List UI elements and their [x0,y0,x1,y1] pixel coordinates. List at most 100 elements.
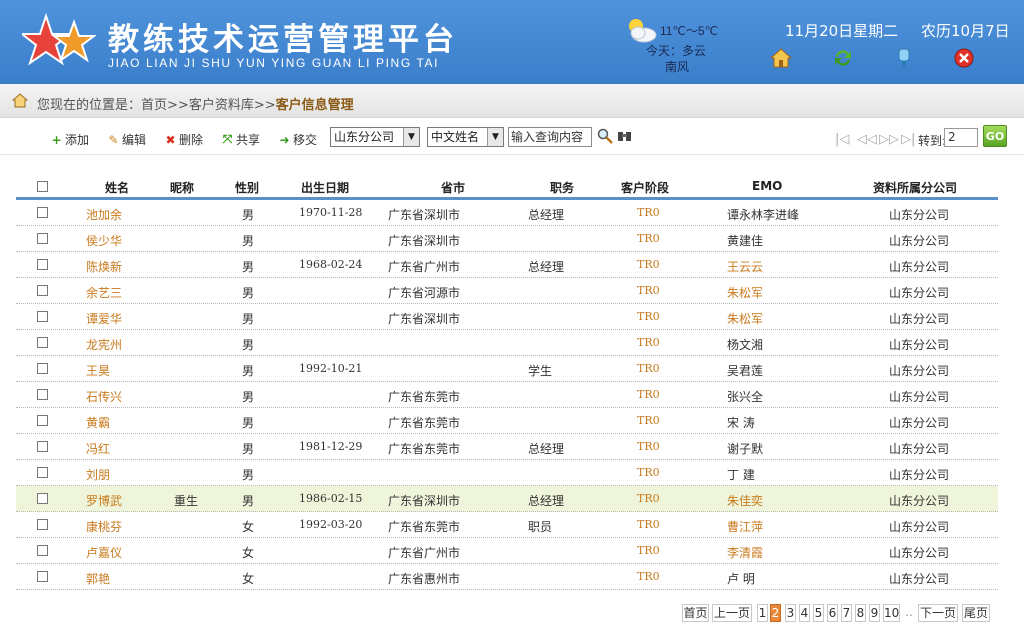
pager-page[interactable]: 10 [883,604,900,622]
close-icon[interactable] [953,47,975,69]
first-page-icon[interactable]: |◁ [835,132,849,147]
branch-select[interactable]: 山东分公司 ▼ [330,127,420,147]
pager-page[interactable]: 9 [869,604,880,622]
table-row[interactable]: 余艺三 男 广东省河源市 TR0 朱松军 山东分公司 [16,278,998,304]
row-checkbox[interactable] [37,415,48,426]
row-checkbox[interactable] [37,545,48,556]
table-header: 姓名 昵称 性别 出生日期 省市 职务 客户阶段 EMO 资料所属分公司 [16,174,998,200]
cell-branch: 山东分公司 [889,338,950,352]
row-checkbox[interactable] [37,233,48,244]
cell-branch: 山东分公司 [889,442,950,456]
table-row[interactable]: 郭艳 女 广东省惠州市 TR0 卢 明 山东分公司 [16,564,998,590]
row-checkbox[interactable] [37,259,48,270]
cell-name[interactable]: 池加余 [86,206,122,223]
breadcrumb-home-link[interactable]: 首页 [141,98,167,113]
cell-sex: 男 [242,338,255,352]
table-row[interactable]: 谭爱华 男 广东省深圳市 TR0 朱松军 山东分公司 [16,304,998,330]
pager-page[interactable]: 1 [757,604,768,622]
refresh-icon[interactable] [832,47,854,69]
table-row[interactable]: 石传兴 男 广东省东莞市 TR0 张兴全 山东分公司 [16,382,998,408]
share-button[interactable]: ⤧ 共享 [222,131,260,148]
pager-current-page[interactable]: 2 [770,604,781,622]
cell-name[interactable]: 石传兴 [86,388,122,405]
pager-last[interactable]: 尾页 [962,604,990,622]
cell-name[interactable]: 郭艳 [86,570,110,587]
prev-page-icon[interactable]: ◁◁ [857,132,877,147]
cell-emo[interactable]: 朱佳奕 [727,492,763,509]
row-checkbox[interactable] [37,363,48,374]
cell-name[interactable]: 陈焕新 [86,258,122,275]
row-checkbox[interactable] [37,519,48,530]
table-row[interactable]: 王昊 男 1992-10-21 学生 TR0 吴君莲 山东分公司 [16,356,998,382]
goto-page-input[interactable]: 2 [944,128,978,147]
delete-button[interactable]: ✖ 删除 [165,131,203,148]
cell-sex: 女 [242,572,255,586]
select-all-checkbox[interactable] [37,181,48,192]
cell-name[interactable]: 王昊 [86,362,110,379]
cell-emo: 吴君莲 [727,364,764,378]
cell-name[interactable]: 谭爱华 [86,310,122,327]
cell-emo[interactable]: 朱松军 [727,310,763,327]
cell-name[interactable]: 刘朋 [86,466,110,483]
row-checkbox[interactable] [37,441,48,452]
table-row[interactable]: 冯红 男 1981-12-29 广东省东莞市 总经理 TR0 谢子默 山东分公司 [16,434,998,460]
row-checkbox[interactable] [37,207,48,218]
cell-sex: 男 [242,442,255,456]
search-input[interactable]: 输入查询内容 [508,127,592,147]
table-row[interactable]: 康桃芬 女 1992-03-20 广东省东莞市 职员 TR0 曹江萍 山东分公司 [16,512,998,538]
home-icon[interactable] [770,47,792,69]
cell-name[interactable]: 余艺三 [86,284,122,301]
search-icon[interactable] [597,128,613,144]
cell-birth: 1970-11-28 [299,206,363,219]
last-page-icon[interactable]: ▷| [901,132,915,147]
row-checkbox[interactable] [37,389,48,400]
app-title: 教练技术运营管理平台 [108,22,458,58]
add-button[interactable]: + 添加 [51,131,89,148]
pager-next[interactable]: 下一页 [918,604,958,622]
table-row[interactable]: 卢嘉仪 女 广东省广州市 TR0 李清霞 山东分公司 [16,538,998,564]
pager-page[interactable]: 6 [827,604,838,622]
table-row[interactable]: 罗博武 重生 男 1986-02-15 广东省深圳市 总经理 TR0 朱佳奕 山东分公司 [16,486,998,512]
row-checkbox[interactable] [37,311,48,322]
table-row[interactable]: 黄霸 男 广东省东莞市 TR0 宋 涛 山东分公司 [16,408,998,434]
cell-name[interactable]: 黄霸 [86,414,110,431]
row-checkbox[interactable] [37,285,48,296]
cell-emo[interactable]: 朱松军 [727,284,763,301]
pager-page[interactable]: 4 [799,604,810,622]
edit-button[interactable]: ✎ 编辑 [108,131,146,148]
row-checkbox[interactable] [37,467,48,478]
pager-page[interactable]: 8 [855,604,866,622]
cell-name[interactable]: 卢嘉仪 [86,544,122,561]
pager-first[interactable]: 首页 [682,604,709,622]
cell-name[interactable]: 侯少华 [86,232,122,249]
pager-page[interactable]: 5 [813,604,824,622]
cell-name[interactable]: 康桃芬 [86,518,122,535]
table-row[interactable]: 侯少华 男 广东省深圳市 TR0 黄建佳 山东分公司 [16,226,998,252]
pencil-icon: ✎ [108,132,119,147]
cell-name[interactable]: 龙宪州 [86,336,122,353]
cell-city: 广东省东莞市 [388,390,461,404]
table-row[interactable]: 陈焕新 男 1968-02-24 广东省广州市 总经理 TR0 王云云 山东分公司 [16,252,998,278]
cell-emo[interactable]: 李清霞 [727,544,763,561]
cell-name[interactable]: 罗博武 [86,492,122,509]
row-checkbox[interactable] [37,337,48,348]
table-row[interactable]: 刘朋 男 TR0 丁 建 山东分公司 [16,460,998,486]
cell-emo[interactable]: 王云云 [727,258,763,275]
binoculars-icon[interactable] [617,128,632,142]
cell-name[interactable]: 冯红 [86,440,110,457]
row-checkbox[interactable] [37,571,48,582]
move-button[interactable]: ➜ 移交 [279,131,317,148]
cell-branch: 山东分公司 [889,572,950,586]
row-checkbox[interactable] [37,493,48,504]
help-icon[interactable] [893,47,915,69]
pager-page[interactable]: 7 [841,604,852,622]
table-row[interactable]: 龙宪州 男 TR0 杨文湘 山东分公司 [16,330,998,356]
field-select[interactable]: 中文姓名 ▼ [427,127,504,147]
table-row[interactable]: 池加余 男 1970-11-28 广东省深圳市 总经理 TR0 谭永林李进峰 山东分公司 [16,200,998,226]
go-button[interactable]: GO [983,125,1007,147]
next-page-icon[interactable]: ▷▷ [879,132,899,147]
cell-emo[interactable]: 曹江萍 [727,518,763,535]
pager-prev[interactable]: 上一页 [712,604,752,622]
pager-page[interactable]: 3 [785,604,796,622]
breadcrumb-path: >>客户资料库>> [167,98,276,113]
